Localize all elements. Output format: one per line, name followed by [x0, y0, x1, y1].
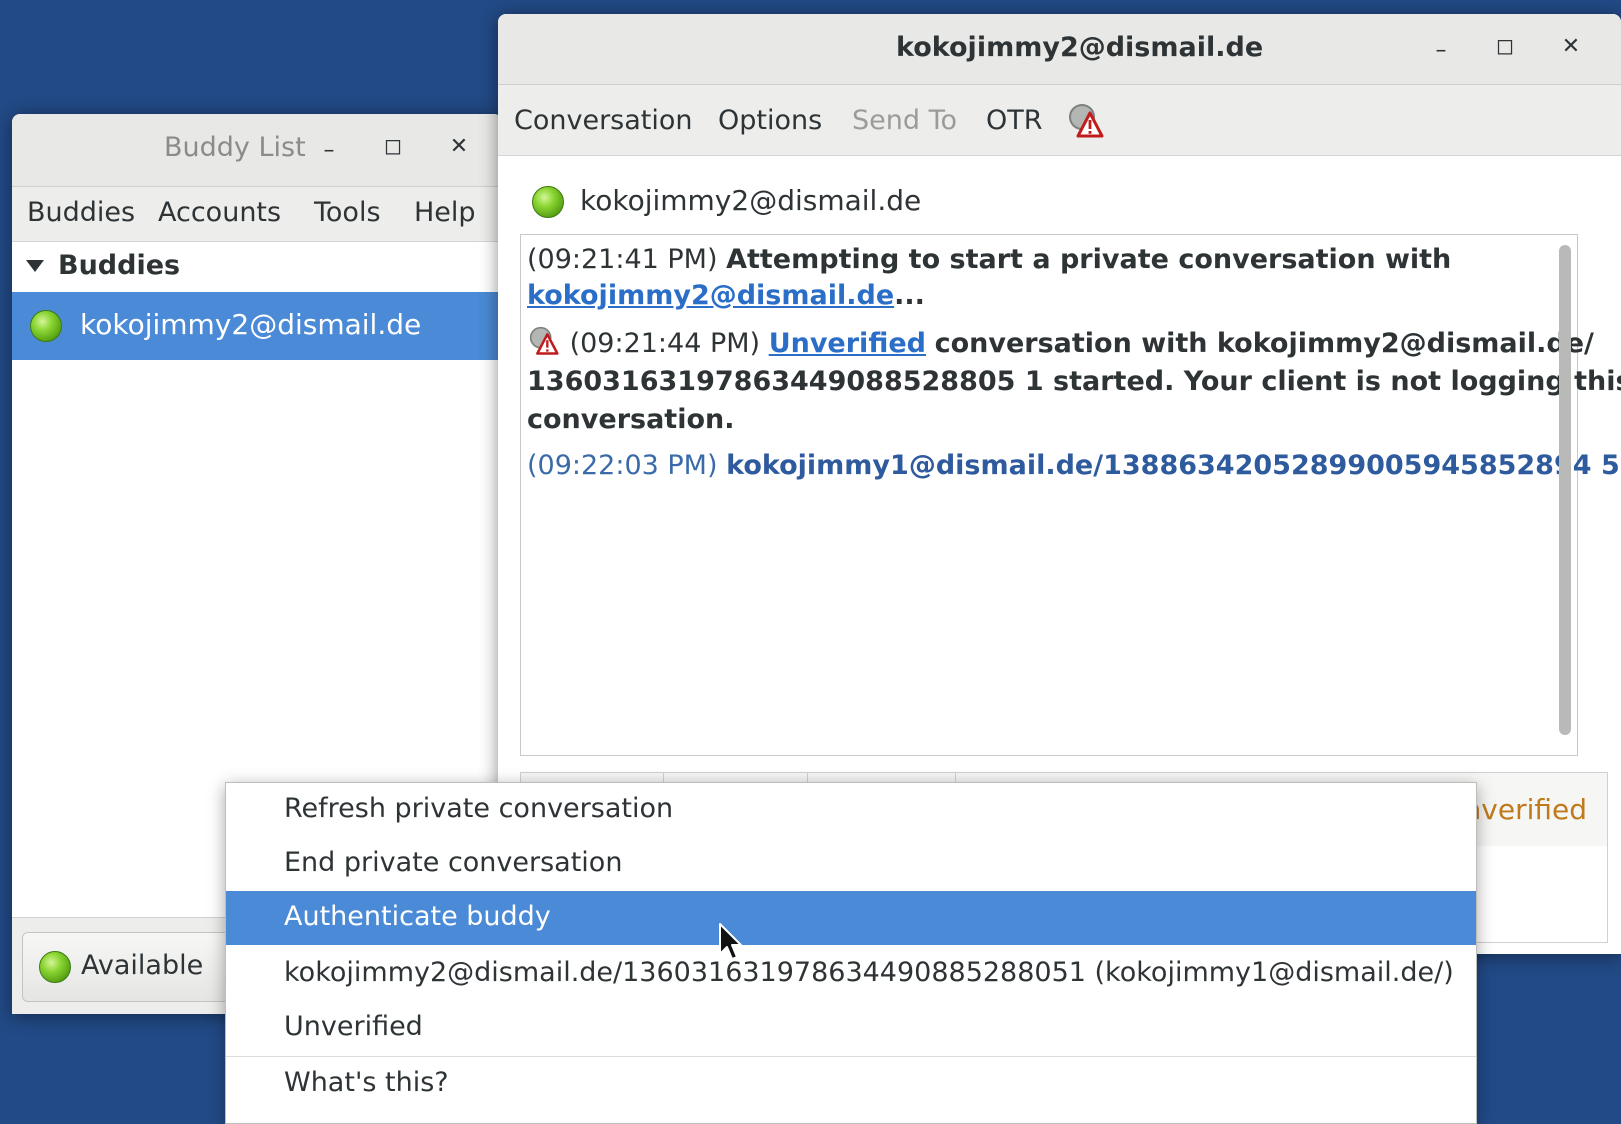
buddy-list-title: Buddy List — [164, 132, 306, 163]
otr-unverified-icon — [529, 326, 559, 355]
message-timestamp: (09:22:03 PM) — [527, 450, 718, 481]
message-1-line-2: kokojimmy2@dismail.de... — [527, 277, 925, 315]
buddies-group-row[interactable]: Buddies — [12, 242, 502, 292]
maximize-icon[interactable]: ◻ — [1488, 32, 1522, 62]
menu-item-refresh-private-conversation[interactable]: Refresh private conversation — [226, 783, 1476, 837]
message-timestamp: (09:21:44 PM) — [569, 328, 761, 359]
menu-tools[interactable]: Tools — [314, 197, 381, 228]
available-status-icon — [30, 310, 62, 342]
menu-item-label: What's this? — [284, 1067, 449, 1098]
contact-name: kokojimmy2@dismail.de — [580, 184, 922, 217]
available-status-icon — [532, 186, 564, 218]
conversation-menubar: Conversation Options Send To OTR — [498, 85, 1621, 156]
group-label: Buddies — [58, 250, 181, 281]
menu-item-whats-this[interactable]: What's this? — [226, 1057, 1476, 1111]
message-sender: kokojimmy1@dismail.de/138863420528990059… — [726, 450, 1621, 481]
message-text: conversation with kokojimmy2@dismail.de/ — [934, 328, 1594, 359]
menu-item-label: Refresh private conversation — [284, 793, 674, 824]
menu-item-label: Unverified — [284, 1011, 423, 1042]
buddy-name: kokojimmy2@dismail.de — [80, 308, 422, 341]
menu-send-to[interactable]: Send To — [852, 105, 957, 136]
menu-conversation[interactable]: Conversation — [514, 105, 693, 136]
minimize-icon[interactable]: – — [1424, 36, 1458, 66]
message-2-line-1: (09:21:44 PM) Unverified conversation wi… — [527, 325, 1594, 363]
close-icon[interactable]: ✕ — [1554, 32, 1588, 62]
maximize-icon[interactable]: ◻ — [376, 132, 410, 162]
conversation-header: kokojimmy2@dismail.de — [498, 156, 1621, 246]
minimize-icon[interactable]: – — [312, 136, 346, 166]
menu-accounts[interactable]: Accounts — [158, 197, 281, 228]
menu-buddies[interactable]: Buddies — [27, 197, 135, 228]
menu-otr[interactable]: OTR — [986, 105, 1043, 136]
otr-popup-menu: Refresh private conversation End private… — [225, 782, 1477, 1124]
unverified-link[interactable]: Unverified — [769, 328, 926, 359]
buddy-list-titlebar[interactable]: Buddy List – ◻ ✕ — [12, 114, 502, 187]
message-3: (09:22:03 PM) kokojimmy1@dismail.de/1388… — [527, 447, 1621, 485]
otr-unverified-icon[interactable] — [1068, 103, 1104, 139]
close-icon[interactable]: ✕ — [442, 132, 476, 162]
menu-options[interactable]: Options — [718, 105, 822, 136]
message-2-line-3: conversation. — [527, 404, 735, 435]
message-log[interactable]: (09:21:41 PM) Attempting to start a priv… — [520, 234, 1621, 756]
message-timestamp: (09:21:41 PM) — [527, 244, 718, 275]
message-text: Attempting to start a private conversati… — [726, 244, 1452, 275]
mouse-pointer-icon — [719, 923, 742, 960]
conversation-title: kokojimmy2@dismail.de — [896, 32, 1264, 63]
buddy-list-menubar: Buddies Accounts Tools Help — [12, 187, 502, 242]
menu-help[interactable]: Help — [414, 197, 476, 228]
message-1-line-1: (09:21:41 PM) Attempting to start a priv… — [527, 241, 1451, 279]
menu-item-instance[interactable]: kokojimmy2@dismail.de/136031631978634490… — [226, 947, 1476, 1001]
status-label: Available — [81, 950, 204, 981]
expander-down-icon[interactable] — [26, 260, 44, 272]
menu-item-label: End private conversation — [284, 847, 623, 878]
message-text: ... — [894, 280, 925, 311]
menu-item-authenticate-buddy[interactable]: Authenticate buddy — [226, 891, 1476, 945]
contact-link[interactable]: kokojimmy2@dismail.de — [527, 280, 894, 311]
message-2-line-2: 13603163197863449088528805 1 started. Yo… — [527, 366, 1621, 397]
buddy-row-kokojimmy2[interactable]: kokojimmy2@dismail.de — [12, 292, 502, 360]
log-scrollbar[interactable] — [1559, 245, 1571, 735]
menu-item-label: Authenticate buddy — [284, 901, 551, 932]
menu-item-label: kokojimmy2@dismail.de/136031631978634490… — [284, 957, 1454, 988]
conversation-titlebar[interactable]: kokojimmy2@dismail.de – ◻ ✕ — [498, 14, 1621, 85]
menu-item-end-private-conversation[interactable]: End private conversation — [226, 837, 1476, 891]
available-status-icon — [39, 951, 71, 983]
menu-item-unverified[interactable]: Unverified — [226, 1001, 1476, 1055]
